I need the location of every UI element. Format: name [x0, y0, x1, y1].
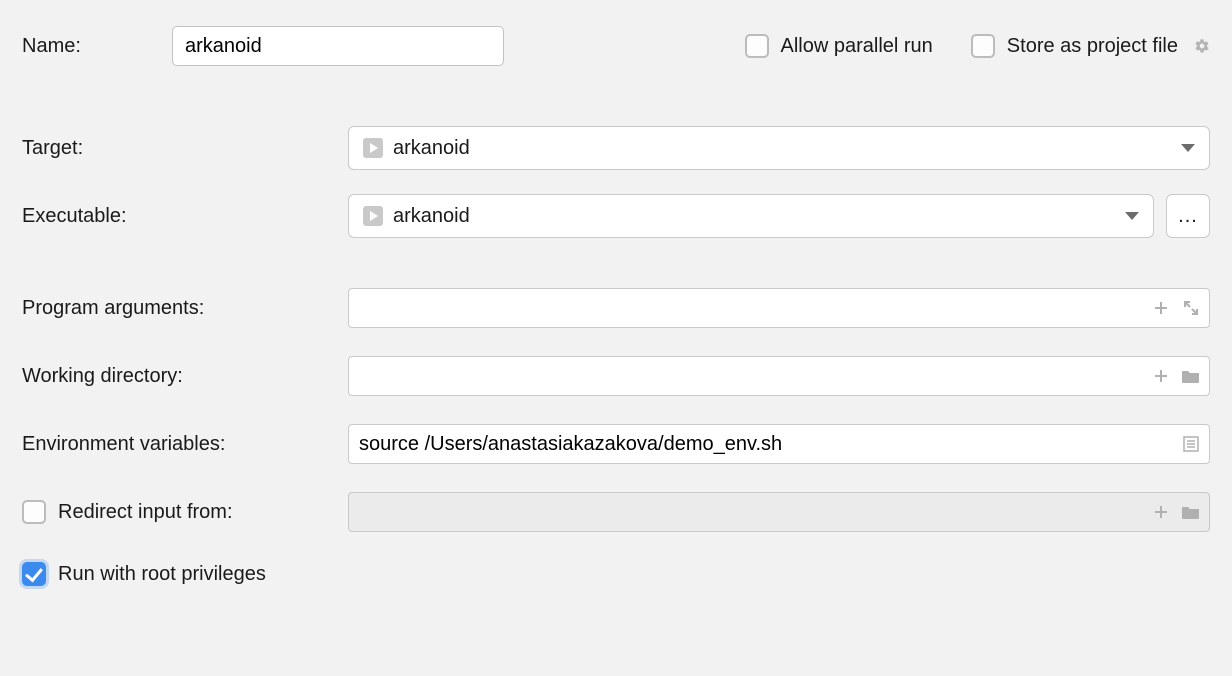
- environment-variables-field[interactable]: [348, 424, 1210, 464]
- store-project-label: Store as project file: [1007, 35, 1178, 58]
- executable-dropdown[interactable]: arkanoid: [348, 194, 1154, 238]
- list-icon[interactable]: [1181, 434, 1201, 454]
- environment-variables-input[interactable]: [359, 433, 1199, 456]
- target-dropdown[interactable]: arkanoid: [348, 126, 1210, 170]
- redirect-input-label: Redirect input from:: [58, 501, 233, 524]
- chevron-down-icon: [1125, 212, 1139, 220]
- allow-parallel-label: Allow parallel run: [781, 35, 933, 58]
- run-with-root-label: Run with root privileges: [58, 563, 266, 586]
- folder-icon[interactable]: [1181, 366, 1201, 386]
- chevron-down-icon: [1181, 144, 1195, 152]
- name-input[interactable]: [172, 26, 504, 66]
- working-directory-field[interactable]: [348, 356, 1210, 396]
- target-value: arkanoid: [393, 137, 470, 160]
- folder-icon: [1181, 502, 1201, 522]
- executable-label: Executable:: [22, 205, 348, 228]
- gear-icon[interactable]: [1190, 36, 1210, 56]
- allow-parallel-group[interactable]: Allow parallel run: [745, 34, 933, 58]
- redirect-input-checkbox[interactable]: [22, 500, 46, 524]
- program-arguments-input[interactable]: [359, 297, 1199, 320]
- run-icon: [363, 206, 383, 226]
- store-project-checkbox[interactable]: [971, 34, 995, 58]
- redirect-input-input: [359, 501, 1199, 524]
- expand-icon[interactable]: [1181, 298, 1201, 318]
- redirect-input-field: [348, 492, 1210, 532]
- plus-icon[interactable]: [1151, 298, 1171, 318]
- plus-icon[interactable]: [1151, 366, 1171, 386]
- program-arguments-field[interactable]: [348, 288, 1210, 328]
- working-directory-label: Working directory:: [22, 365, 348, 388]
- store-project-group[interactable]: Store as project file: [971, 34, 1210, 58]
- environment-variables-label: Environment variables:: [22, 433, 348, 456]
- executable-value: arkanoid: [393, 205, 470, 228]
- run-icon: [363, 138, 383, 158]
- target-label: Target:: [22, 137, 348, 160]
- program-arguments-label: Program arguments:: [22, 297, 348, 320]
- plus-icon: [1151, 502, 1171, 522]
- run-with-root-checkbox[interactable]: [22, 562, 46, 586]
- executable-browse-button[interactable]: ...: [1166, 194, 1210, 238]
- name-label: Name:: [22, 35, 134, 58]
- working-directory-input[interactable]: [359, 365, 1199, 388]
- allow-parallel-checkbox[interactable]: [745, 34, 769, 58]
